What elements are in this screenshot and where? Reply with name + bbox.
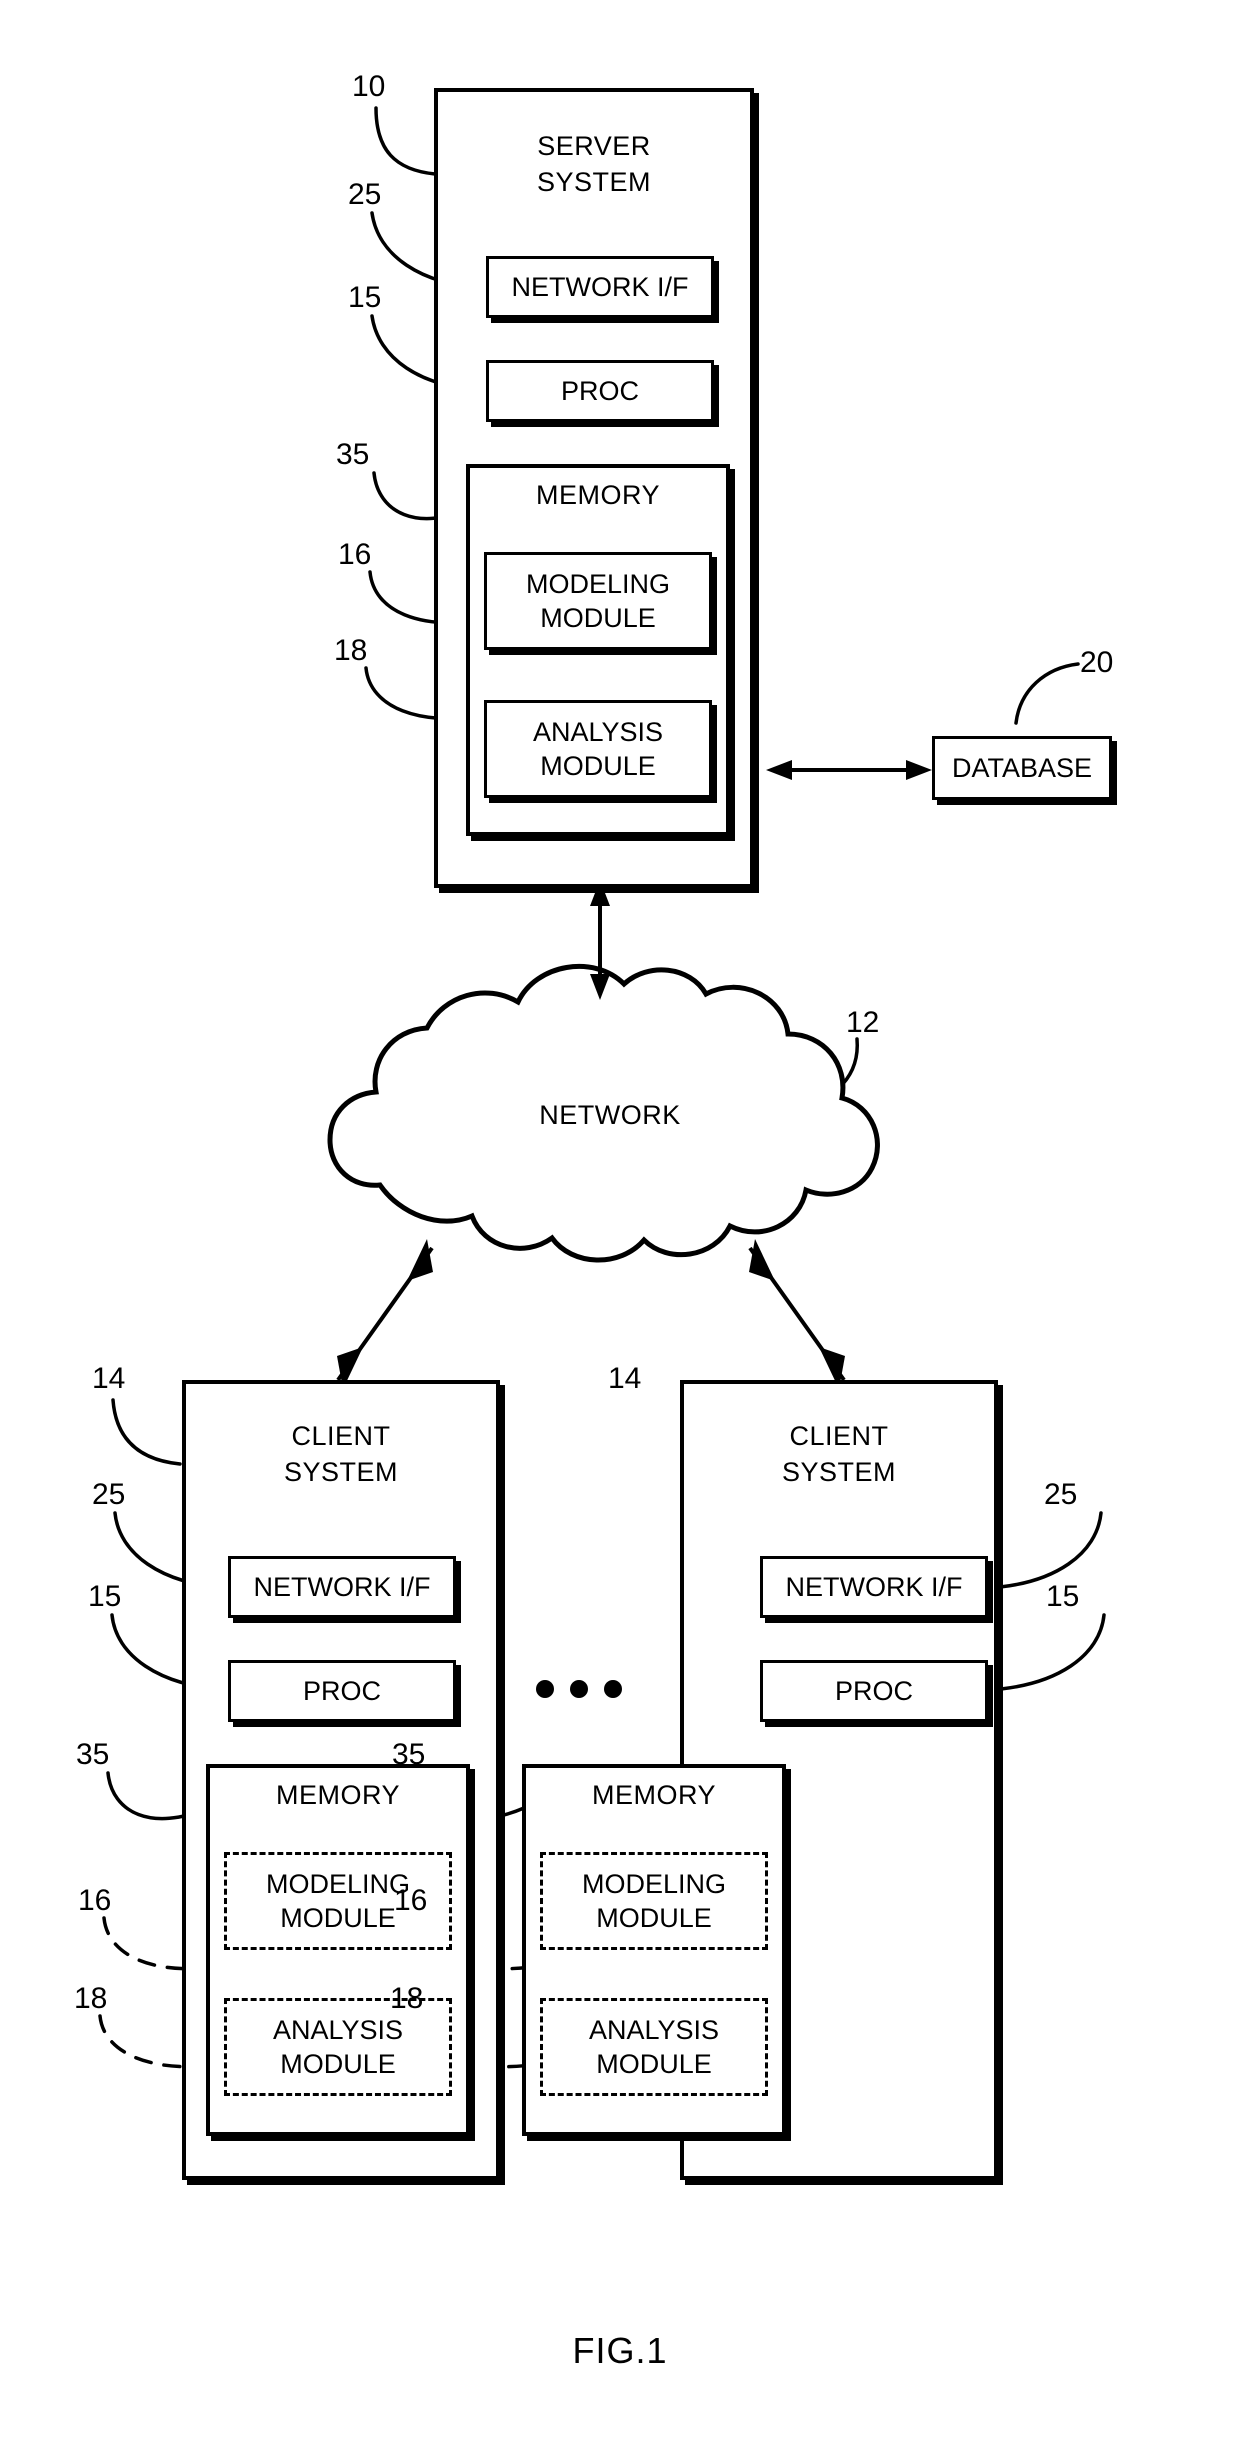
ref-number-client-a-analysis-module: 18 bbox=[74, 1982, 108, 2015]
ref-number-server-network-if: 25 bbox=[348, 178, 382, 211]
client-a-network-interface-label: NETWORK I/F bbox=[253, 1572, 431, 1602]
server-network-interface-label: NETWORK I/F bbox=[511, 272, 689, 302]
ref-number-client-b: 14 bbox=[608, 1362, 642, 1395]
client-a-analysis-module-label: ANALYSIS MODULE bbox=[272, 2015, 404, 2079]
ref-number-client-b-modeling-module: 16 bbox=[394, 1884, 428, 1917]
client-a-network-interface-box: NETWORK I/F bbox=[228, 1556, 456, 1618]
ellipsis-dot bbox=[536, 1680, 554, 1698]
ref-number-client-a-network-if: 25 bbox=[92, 1478, 126, 1511]
client-a-modeling-module-label: MODELING MODULE bbox=[265, 1869, 411, 1933]
database-label: DATABASE bbox=[951, 753, 1093, 783]
server-system-title: SERVER SYSTEM bbox=[536, 131, 652, 197]
ref-number-client-b-analysis-module: 18 bbox=[390, 1982, 424, 2015]
client-b-analysis-module-box: ANALYSIS MODULE bbox=[540, 1998, 768, 2096]
network-cloud-label: NETWORK bbox=[539, 1100, 681, 1130]
client-b-modeling-module-box: MODELING MODULE bbox=[540, 1852, 768, 1950]
server-processor-box: PROC bbox=[486, 360, 714, 422]
ref-number-client-a-memory: 35 bbox=[76, 1738, 110, 1771]
ref-number-client-a: 14 bbox=[92, 1362, 126, 1395]
ref-number-server-memory: 35 bbox=[336, 438, 370, 471]
database-box: DATABASE bbox=[932, 736, 1112, 800]
ref-number-server-modeling-module: 16 bbox=[338, 538, 372, 571]
ref-number-database: 20 bbox=[1080, 646, 1114, 679]
ref-number-client-b-network-if: 25 bbox=[1044, 1478, 1078, 1511]
client-b-processor-box: PROC bbox=[760, 1660, 988, 1722]
ellipsis-dots bbox=[536, 1680, 622, 1698]
ref-number-client-b-proc: 15 bbox=[1046, 1580, 1080, 1613]
client-a-memory-label: MEMORY bbox=[275, 1780, 400, 1810]
client-system-a-title: CLIENT SYSTEM bbox=[283, 1421, 399, 1487]
ellipsis-dot bbox=[604, 1680, 622, 1698]
client-a-processor-label: PROC bbox=[302, 1676, 381, 1706]
server-modeling-module-label: MODELING MODULE bbox=[525, 569, 671, 633]
server-modeling-module-box: MODELING MODULE bbox=[484, 552, 712, 650]
ref-number-network: 12 bbox=[846, 1006, 880, 1039]
server-analysis-module-box: ANALYSIS MODULE bbox=[484, 700, 712, 798]
ref-number-server-proc: 15 bbox=[348, 281, 382, 314]
ellipsis-dot bbox=[570, 1680, 588, 1698]
server-analysis-module-label: ANALYSIS MODULE bbox=[532, 717, 664, 781]
server-memory-label: MEMORY bbox=[535, 480, 660, 510]
ref-number-server-analysis-module: 18 bbox=[334, 634, 368, 667]
client-b-memory-label: MEMORY bbox=[591, 1780, 716, 1810]
client-b-analysis-module-label: ANALYSIS MODULE bbox=[588, 2015, 720, 2079]
ref-number-client-b-memory: 35 bbox=[392, 1738, 426, 1771]
client-a-processor-box: PROC bbox=[228, 1660, 456, 1722]
figure-caption: FIG.1 bbox=[572, 2330, 668, 2371]
client-b-network-interface-label: NETWORK I/F bbox=[785, 1572, 963, 1602]
server-processor-label: PROC bbox=[560, 376, 639, 406]
client-b-modeling-module-label: MODELING MODULE bbox=[581, 1869, 727, 1933]
client-b-network-interface-box: NETWORK I/F bbox=[760, 1556, 988, 1618]
server-network-interface-box: NETWORK I/F bbox=[486, 256, 714, 318]
ref-number-server: 10 bbox=[352, 70, 386, 103]
patent-figure-canvas: 10 SERVER SYSTEM 25 NETWORK I/F 15 PROC … bbox=[0, 0, 1240, 2464]
client-b-processor-label: PROC bbox=[834, 1676, 913, 1706]
ref-number-client-a-modeling-module: 16 bbox=[78, 1884, 112, 1917]
client-system-b-title: CLIENT SYSTEM bbox=[781, 1421, 897, 1487]
ref-number-client-a-proc: 15 bbox=[88, 1580, 122, 1613]
